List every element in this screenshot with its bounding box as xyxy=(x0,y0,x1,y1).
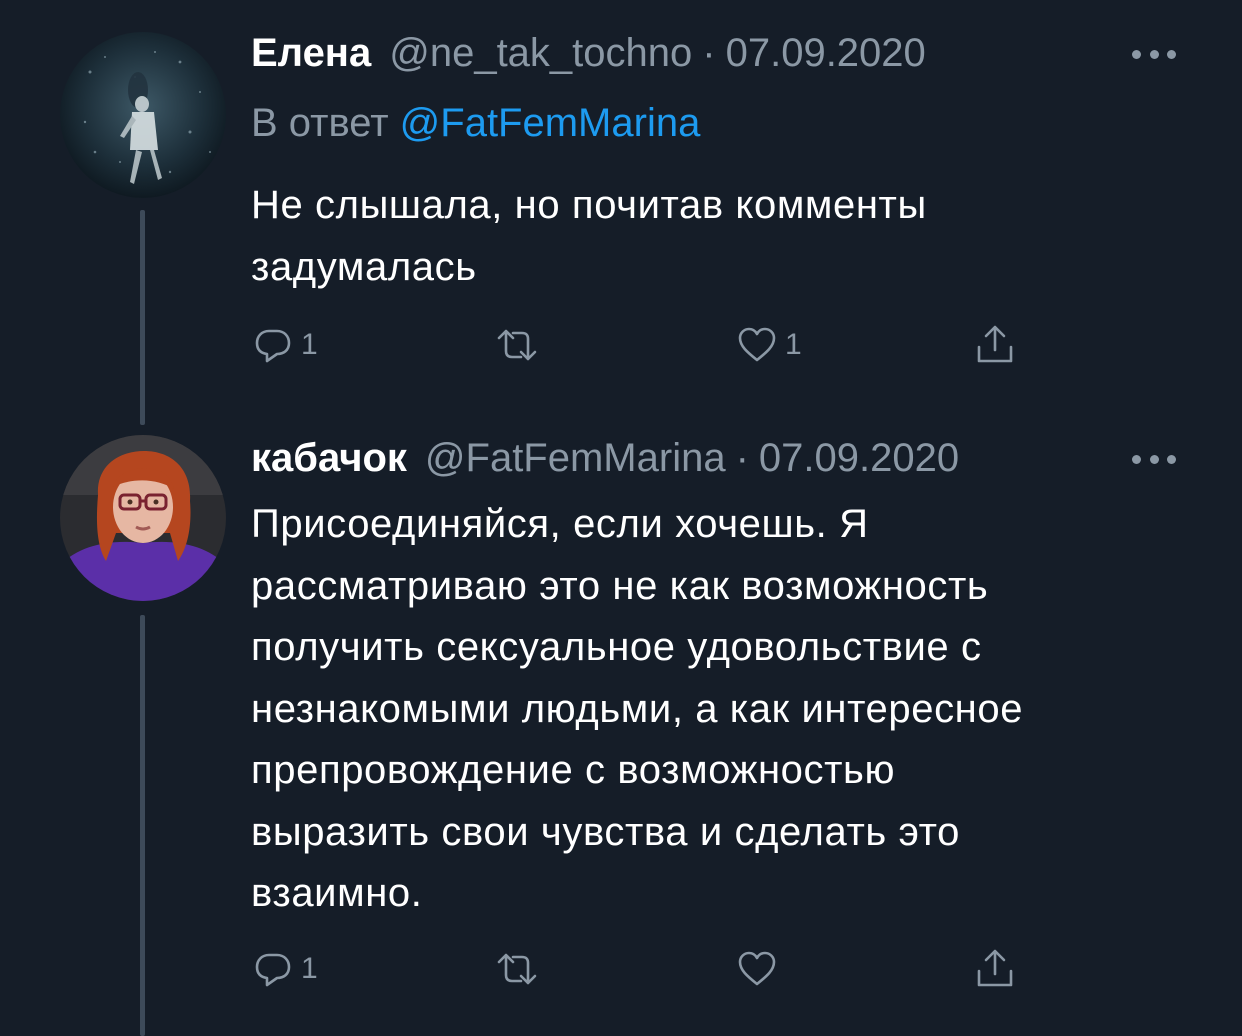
reply-prefix: В ответ xyxy=(251,101,389,145)
tweet-date[interactable]: 07.09.2020 xyxy=(759,433,959,483)
thread-line xyxy=(140,615,145,1036)
tweet-actions: 1 1 xyxy=(251,320,1051,370)
tweet-date[interactable]: 07.09.2020 xyxy=(726,28,926,78)
heart-icon xyxy=(738,327,776,362)
text-line: задумалась xyxy=(251,244,477,289)
heart-icon xyxy=(738,951,776,986)
avatar[interactable] xyxy=(60,32,226,198)
share-button[interactable] xyxy=(973,320,1017,370)
share-button[interactable] xyxy=(973,944,1017,994)
reply-button[interactable]: 1 xyxy=(251,320,318,370)
text-line: взаимно. xyxy=(251,871,423,915)
reply-mention-link[interactable]: @FatFemMarina xyxy=(400,101,701,145)
avatar[interactable] xyxy=(60,435,226,601)
text-line: выразить свои чувства и сделать это xyxy=(251,809,960,854)
tweet-actions: 1 xyxy=(251,944,1051,994)
reply-icon xyxy=(255,953,291,987)
thread-line xyxy=(140,210,145,425)
retweet-icon xyxy=(497,329,537,361)
reply-count: 1 xyxy=(301,952,318,985)
text-line: Присоединяйся, если хочешь. Я xyxy=(251,502,869,546)
display-name[interactable]: кабачок xyxy=(251,433,407,483)
retweet-button[interactable] xyxy=(495,944,545,994)
like-button[interactable]: 1 xyxy=(735,320,802,370)
separator: · xyxy=(735,436,749,480)
tweet-header: кабачок @FatFemMarina · 07.09.2020 xyxy=(251,433,1182,483)
avatar-woman-red-hair-photo xyxy=(60,435,226,601)
reply-button[interactable]: 1 xyxy=(251,944,318,994)
text-line: рассматриваю это не как возможность xyxy=(251,563,989,608)
display-name[interactable]: Елена xyxy=(251,28,371,78)
text-line: незнакомыми людьми, а как интересное xyxy=(251,686,1024,731)
tweet-text: Не слышала, но почитав комменты задумала… xyxy=(251,175,1211,298)
user-handle[interactable]: @FatFemMarina xyxy=(425,433,726,483)
like-button[interactable] xyxy=(735,944,785,994)
retweet-icon xyxy=(497,953,537,985)
more-icon[interactable] xyxy=(1132,48,1176,60)
reply-context: В ответ @FatFemMarina xyxy=(251,98,700,148)
reply-count: 1 xyxy=(301,328,318,361)
avatar-underwater-photo xyxy=(60,32,226,198)
separator: · xyxy=(702,31,716,75)
user-handle[interactable]: @ne_tak_tochno xyxy=(389,28,692,78)
like-count: 1 xyxy=(785,328,802,361)
retweet-button[interactable] xyxy=(495,320,545,370)
more-icon[interactable] xyxy=(1132,453,1176,465)
text-line: получить сексуальное удовольствие с xyxy=(251,625,982,669)
reply-icon xyxy=(255,329,291,363)
share-icon xyxy=(977,949,1013,987)
text-line: Не слышала, но почитав комменты xyxy=(251,183,927,227)
text-line: препровождение с возможностью xyxy=(251,748,896,792)
thread-view: Елена @ne_tak_tochno · 07.09.2020 В отве… xyxy=(0,0,1242,1036)
tweet-header: Елена @ne_tak_tochno · 07.09.2020 xyxy=(251,28,1182,78)
share-icon xyxy=(977,325,1013,363)
tweet-text: Присоединяйся, если хочешь. Я рассматрив… xyxy=(251,494,1211,925)
